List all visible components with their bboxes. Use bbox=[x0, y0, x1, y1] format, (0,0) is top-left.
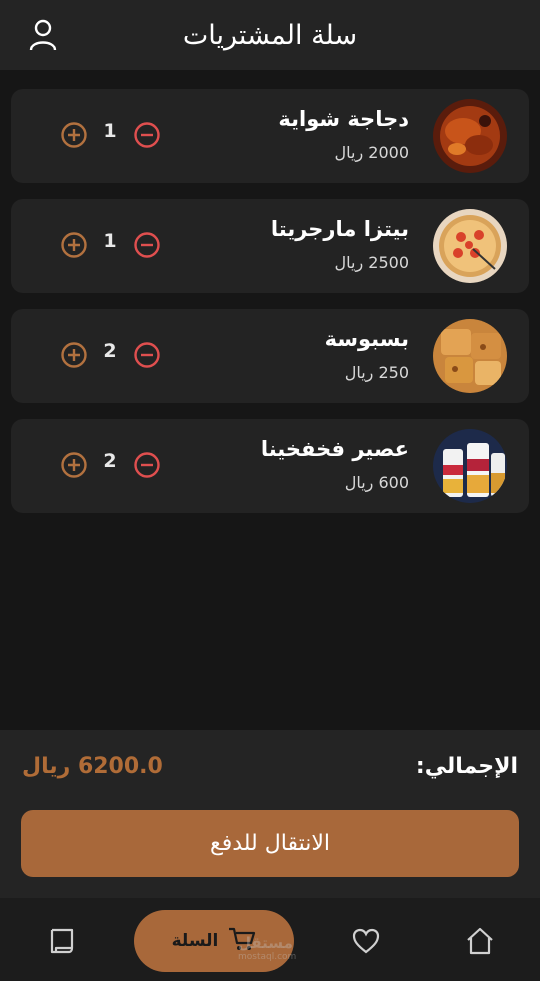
heart-icon[interactable] bbox=[351, 926, 381, 956]
cart-item: بسبوسة 250 ريال 2 bbox=[11, 309, 529, 403]
plus-circle-icon[interactable] bbox=[60, 341, 88, 369]
checkout-button[interactable]: الانتقال للدفع bbox=[21, 810, 519, 877]
item-quantity: 1 bbox=[103, 230, 117, 252]
receipt-icon[interactable] bbox=[47, 926, 77, 956]
minus-circle-icon[interactable] bbox=[133, 341, 161, 369]
item-image bbox=[433, 209, 507, 283]
item-name: دجاجة شواية bbox=[278, 107, 409, 131]
cart-item: دجاجة شواية 2000 ريال 1 bbox=[11, 89, 529, 183]
item-price: 250 ريال bbox=[344, 363, 409, 382]
cart-item: عصير فخفخينا 600 ريال 2 bbox=[11, 419, 529, 513]
plus-circle-icon[interactable] bbox=[60, 121, 88, 149]
page-title: سلة المشتريات bbox=[182, 19, 358, 51]
user-icon[interactable] bbox=[28, 18, 58, 52]
quantity-stepper: 2 bbox=[60, 340, 170, 372]
item-name: بسبوسة bbox=[324, 327, 409, 351]
watermark-brand: مستقل bbox=[238, 934, 293, 952]
total-label: الإجمالي: bbox=[415, 754, 518, 779]
watermark-site: mostaql.com bbox=[238, 952, 297, 962]
item-image bbox=[433, 319, 507, 393]
cart-tab-label: السلة bbox=[171, 931, 219, 951]
item-price: 2500 ريال bbox=[334, 253, 409, 272]
plus-circle-icon[interactable] bbox=[60, 451, 88, 479]
quantity-stepper: 1 bbox=[60, 120, 170, 152]
minus-circle-icon[interactable] bbox=[133, 451, 161, 479]
item-price: 2000 ريال bbox=[334, 143, 409, 162]
watermark: مستقل mostaql.com bbox=[238, 934, 296, 962]
item-name: عصير فخفخينا bbox=[260, 437, 409, 461]
order-summary: الإجمالي: 6200.0 ريال الانتقال للدفع bbox=[0, 730, 540, 898]
cart-item: بيتزا مارجريتا 2500 ريال 1 bbox=[11, 199, 529, 293]
total-value: 6200.0 ريال bbox=[22, 754, 163, 779]
minus-circle-icon[interactable] bbox=[133, 121, 161, 149]
home-icon[interactable] bbox=[465, 926, 495, 956]
plus-circle-icon[interactable] bbox=[60, 231, 88, 259]
app-header: سلة المشتريات bbox=[0, 0, 540, 70]
minus-circle-icon[interactable] bbox=[133, 231, 161, 259]
quantity-stepper: 2 bbox=[60, 450, 170, 482]
quantity-stepper: 1 bbox=[60, 230, 170, 262]
item-quantity: 2 bbox=[103, 450, 117, 472]
item-image bbox=[433, 429, 507, 503]
item-quantity: 2 bbox=[103, 340, 117, 362]
item-price: 600 ريال bbox=[344, 473, 409, 492]
item-name: بيتزا مارجريتا bbox=[270, 217, 409, 241]
item-image bbox=[433, 99, 507, 173]
cart-list: دجاجة شواية 2000 ريال 1 بيتزا مارجريتا 2… bbox=[11, 89, 529, 529]
item-quantity: 1 bbox=[103, 120, 117, 142]
